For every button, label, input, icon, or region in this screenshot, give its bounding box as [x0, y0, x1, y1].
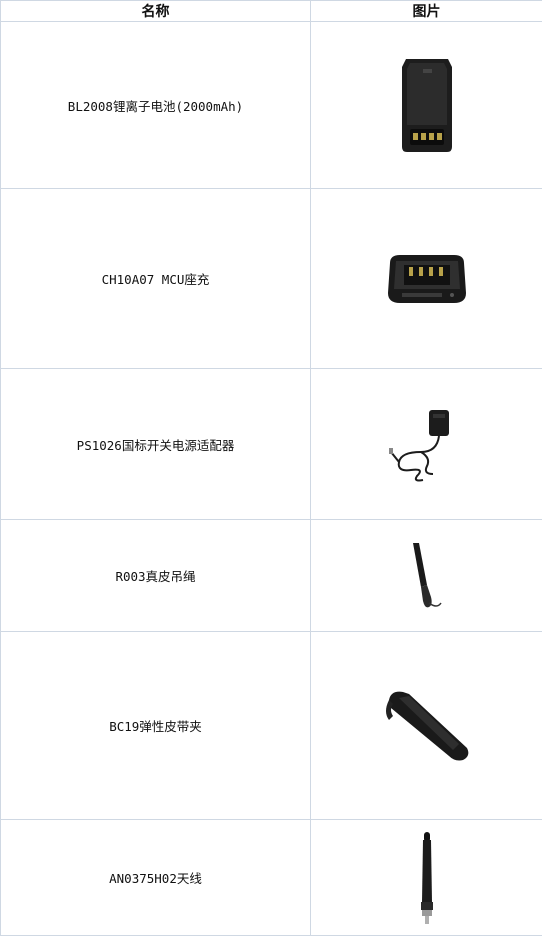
item-name: AN0375H02天线 — [0, 819, 311, 936]
item-name: BL2008锂离子电池(2000mAh) — [0, 21, 311, 189]
accessories-table: 名称 图片 BL2008锂离子电池(2000mAh) CH10A07 MCU座充 — [0, 0, 542, 936]
battery-image — [310, 21, 542, 189]
table-row: BC19弹性皮带夹 — [0, 631, 542, 820]
table-row: BL2008锂离子电池(2000mAh) — [0, 21, 542, 189]
header-name: 名称 — [0, 0, 311, 22]
strap-image — [310, 519, 542, 632]
belt-clip-image — [310, 631, 542, 820]
table-row: R003真皮吊绳 — [0, 519, 542, 632]
header-picture: 图片 — [310, 0, 542, 22]
adapter-image — [310, 368, 542, 520]
item-name: CH10A07 MCU座充 — [0, 188, 311, 369]
table-row: CH10A07 MCU座充 — [0, 188, 542, 369]
item-name: PS1026国标开关电源适配器 — [0, 368, 311, 520]
item-name: BC19弹性皮带夹 — [0, 631, 311, 820]
table-row: PS1026国标开关电源适配器 — [0, 368, 542, 520]
antenna-image — [310, 819, 542, 936]
header-row: 名称 图片 — [0, 0, 542, 22]
item-name: R003真皮吊绳 — [0, 519, 311, 632]
table-row: AN0375H02天线 — [0, 819, 542, 936]
charger-image — [310, 188, 542, 369]
